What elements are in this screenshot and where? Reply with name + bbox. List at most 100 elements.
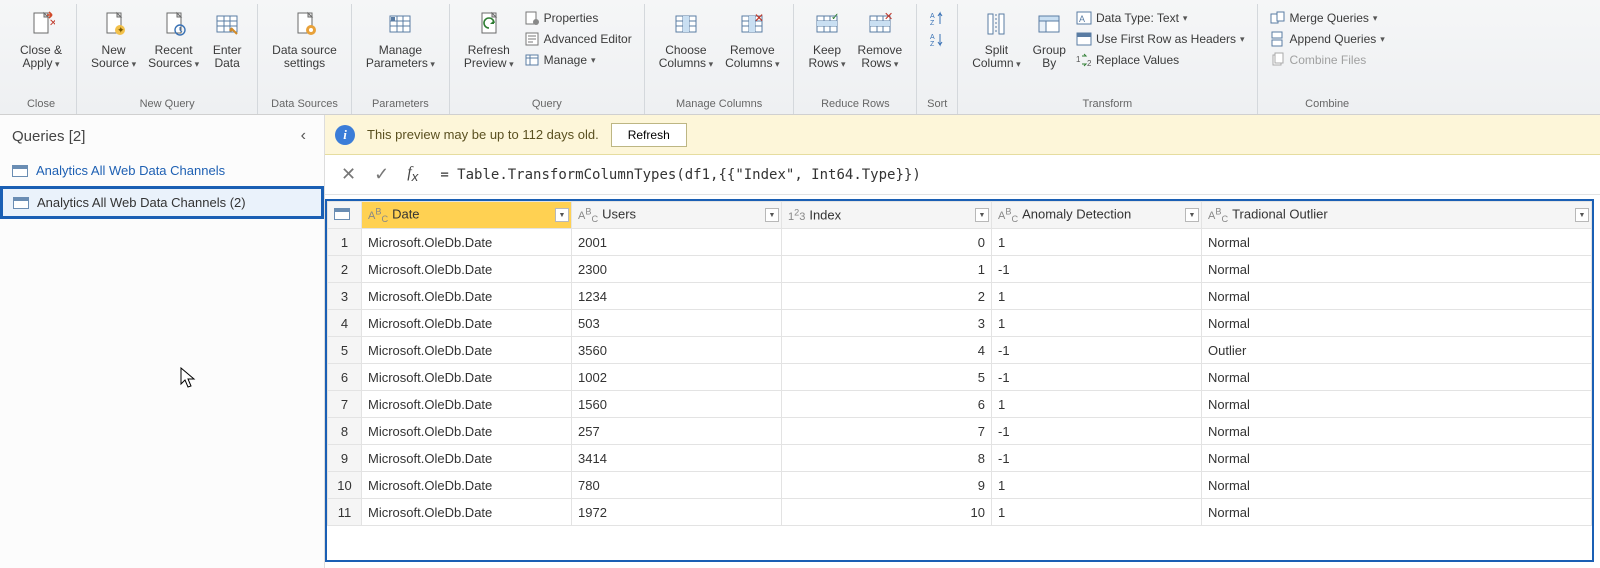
filter-dropdown-icon[interactable]: ▼: [555, 208, 569, 222]
cell[interactable]: 1: [992, 499, 1202, 526]
cell[interactable]: Microsoft.OleDb.Date: [362, 472, 572, 499]
filter-dropdown-icon[interactable]: ▼: [765, 208, 779, 222]
properties-button[interactable]: Properties: [520, 8, 636, 28]
close_apply-button[interactable]: ✕Close &Apply: [14, 6, 68, 84]
sort-asc-button[interactable]: AZ: [925, 8, 949, 28]
column-header-users[interactable]: ABCUsers▼: [572, 202, 782, 229]
recent_sources-button[interactable]: RecentSources: [142, 6, 205, 84]
group_by-button[interactable]: GroupBy: [1027, 6, 1072, 84]
cell[interactable]: 0: [782, 229, 992, 256]
formula-confirm-icon[interactable]: ✓: [368, 164, 395, 185]
query-item[interactable]: Analytics All Web Data Channels (2): [0, 186, 324, 219]
cell[interactable]: 6: [782, 391, 992, 418]
new_source-button[interactable]: ✦NewSource: [85, 6, 142, 84]
cell[interactable]: Normal: [1202, 499, 1592, 526]
refresh-preview-button[interactable]: Refresh: [611, 123, 687, 147]
cell[interactable]: Normal: [1202, 310, 1592, 337]
cell[interactable]: Microsoft.OleDb.Date: [362, 229, 572, 256]
cell[interactable]: 7: [782, 418, 992, 445]
cell[interactable]: Microsoft.OleDb.Date: [362, 364, 572, 391]
row-header[interactable]: 10: [328, 472, 362, 499]
refresh_preview-button[interactable]: RefreshPreview: [458, 6, 520, 84]
cell[interactable]: 10: [782, 499, 992, 526]
filter-dropdown-icon[interactable]: ▼: [1575, 208, 1589, 222]
cell[interactable]: 2001: [572, 229, 782, 256]
row-header[interactable]: 3: [328, 283, 362, 310]
cell[interactable]: 1: [782, 256, 992, 283]
remove_cols-button[interactable]: ✕RemoveColumns: [719, 6, 785, 84]
row-header[interactable]: 11: [328, 499, 362, 526]
cell[interactable]: 1: [992, 391, 1202, 418]
row-header[interactable]: 2: [328, 256, 362, 283]
remove_rows-button[interactable]: ✕RemoveRows: [852, 6, 909, 84]
cell[interactable]: 3560: [572, 337, 782, 364]
cell[interactable]: Microsoft.OleDb.Date: [362, 283, 572, 310]
merge_q-button[interactable]: Merge Queries: [1266, 8, 1389, 28]
cell[interactable]: -1: [992, 445, 1202, 472]
formula-text[interactable]: = Table.TransformColumnTypes(df1,{{"Inde…: [430, 167, 1590, 183]
cell[interactable]: Microsoft.OleDb.Date: [362, 499, 572, 526]
cell[interactable]: Microsoft.OleDb.Date: [362, 445, 572, 472]
cell[interactable]: Microsoft.OleDb.Date: [362, 256, 572, 283]
row-header[interactable]: 7: [328, 391, 362, 418]
cell[interactable]: 9: [782, 472, 992, 499]
cell[interactable]: Normal: [1202, 391, 1592, 418]
data_type-button[interactable]: AData Type: Text: [1072, 8, 1249, 28]
cell[interactable]: 3414: [572, 445, 782, 472]
row-header[interactable]: 4: [328, 310, 362, 337]
cell[interactable]: 2: [782, 283, 992, 310]
column-header-index[interactable]: 123Index▼: [782, 202, 992, 229]
cell[interactable]: 2300: [572, 256, 782, 283]
cell[interactable]: Outlier: [1202, 337, 1592, 364]
cell[interactable]: -1: [992, 256, 1202, 283]
row-header[interactable]: 6: [328, 364, 362, 391]
cell[interactable]: 4: [782, 337, 992, 364]
cell[interactable]: 1: [992, 283, 1202, 310]
keep_rows-button[interactable]: ✓KeepRows: [802, 6, 851, 84]
formula-cancel-icon[interactable]: ✕: [335, 164, 362, 185]
cell[interactable]: 1: [992, 229, 1202, 256]
cell[interactable]: 1560: [572, 391, 782, 418]
cell[interactable]: -1: [992, 418, 1202, 445]
split_col-button[interactable]: SplitColumn: [966, 6, 1026, 84]
column-header-tradional-outlier[interactable]: ABCTradional Outlier▼: [1202, 202, 1592, 229]
filter-dropdown-icon[interactable]: ▼: [1185, 208, 1199, 222]
cell[interactable]: 1972: [572, 499, 782, 526]
row-header[interactable]: 8: [328, 418, 362, 445]
manage-button[interactable]: Manage: [520, 50, 636, 70]
column-header-anomaly-detection[interactable]: ABCAnomaly Detection▼: [992, 202, 1202, 229]
cell[interactable]: 1: [992, 472, 1202, 499]
sort-desc-button[interactable]: AZ: [925, 29, 949, 49]
enter_data-button[interactable]: EnterData: [205, 6, 249, 84]
cell[interactable]: -1: [992, 364, 1202, 391]
cell[interactable]: 503: [572, 310, 782, 337]
filter-dropdown-icon[interactable]: ▼: [975, 208, 989, 222]
cell[interactable]: Normal: [1202, 472, 1592, 499]
cell[interactable]: Normal: [1202, 256, 1592, 283]
cell[interactable]: Normal: [1202, 364, 1592, 391]
cell[interactable]: Microsoft.OleDb.Date: [362, 418, 572, 445]
cell[interactable]: Normal: [1202, 445, 1592, 472]
row-header[interactable]: 1: [328, 229, 362, 256]
cell[interactable]: 1002: [572, 364, 782, 391]
cell[interactable]: 1234: [572, 283, 782, 310]
ds_settings-button[interactable]: Data sourcesettings: [266, 6, 343, 84]
choose_cols-button[interactable]: ChooseColumns: [653, 6, 719, 84]
first_row_headers-button[interactable]: Use First Row as Headers: [1072, 29, 1249, 49]
column-header-date[interactable]: ABCDate▼: [362, 202, 572, 229]
adv_editor-button[interactable]: Advanced Editor: [520, 29, 636, 49]
row-header[interactable]: 5: [328, 337, 362, 364]
cell[interactable]: Normal: [1202, 229, 1592, 256]
cell[interactable]: Microsoft.OleDb.Date: [362, 337, 572, 364]
cell[interactable]: 8: [782, 445, 992, 472]
cell[interactable]: Normal: [1202, 418, 1592, 445]
append_q-button[interactable]: Append Queries: [1266, 29, 1389, 49]
cell[interactable]: 1: [992, 310, 1202, 337]
row-header[interactable]: 9: [328, 445, 362, 472]
cell[interactable]: Microsoft.OleDb.Date: [362, 310, 572, 337]
cell[interactable]: -1: [992, 337, 1202, 364]
grid-corner[interactable]: [328, 202, 362, 229]
query-item[interactable]: Analytics All Web Data Channels: [0, 155, 324, 186]
cell[interactable]: Normal: [1202, 283, 1592, 310]
cell[interactable]: 3: [782, 310, 992, 337]
